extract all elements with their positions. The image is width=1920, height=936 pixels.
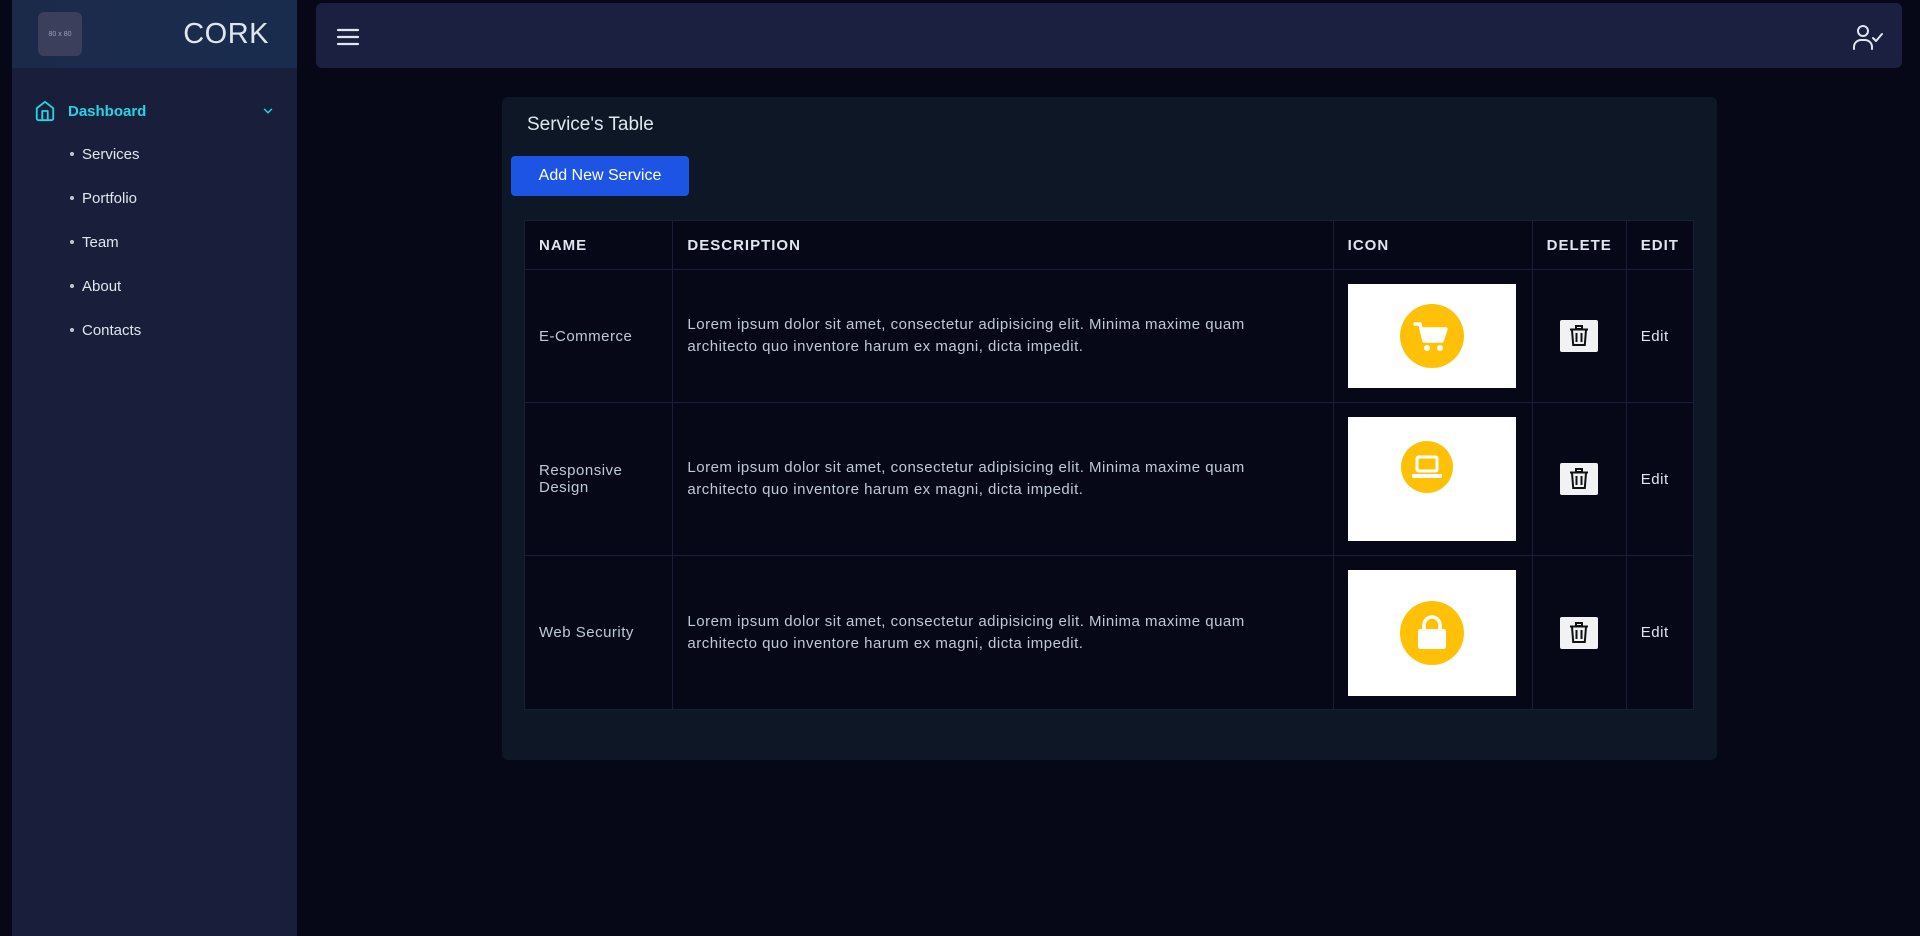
service-icon-image [1347,569,1516,696]
logo-placeholder-text: 80 x 80 [48,30,72,38]
service-name: Web Security [523,555,674,710]
brand-bar: 80 x 80 CORK [12,0,297,68]
service-icon-image [1347,284,1516,388]
sidebar-item-label: About [82,277,122,295]
edit-link[interactable]: Edit [1641,328,1669,345]
sidebar: 80 x 80 CORK Dashboard Services Portfoli… [12,0,297,936]
sidebar-item-portfolio[interactable]: Portfolio [12,176,297,220]
table-row: Web Security Lorem ipsum dolor sit amet,… [523,555,1695,710]
column-header-name: NAME [523,220,674,270]
bullet-icon [70,196,74,200]
sidebar-item-dashboard[interactable]: Dashboard [12,96,297,126]
sidebar-item-label: Team [82,233,119,251]
shopping-cart-icon [1399,304,1464,368]
home-icon [35,100,55,122]
table-header-row: NAME DESCRIPTION ICON DELETE EDIT [523,220,1695,270]
trash-icon [1570,621,1589,643]
bullet-icon [70,284,74,288]
service-icon-cell [1332,402,1533,556]
edit-link[interactable]: Edit [1641,471,1669,488]
sidebar-item-about[interactable]: About [12,264,297,308]
services-card: Service's Table Add New Service NAME DES… [502,97,1717,760]
delete-cell [1531,402,1627,556]
user-check-icon[interactable] [1852,23,1884,51]
sidebar-item-team[interactable]: Team [12,220,297,264]
service-name: Responsive Design [523,402,674,556]
edit-cell: Edit [1625,402,1695,556]
service-description: Lorem ipsum dolor sit amet, consectetur … [672,555,1334,710]
column-header-edit: EDIT [1625,220,1695,270]
service-icon-cell [1332,269,1533,403]
delete-button[interactable] [1560,616,1599,649]
bullet-icon [70,240,74,244]
laptop-icon [1400,441,1453,493]
column-header-icon: ICON [1332,220,1533,270]
service-description: Lorem ipsum dolor sit amet, consectetur … [672,269,1334,403]
dashboard-submenu: Services Portfolio Team About Contacts [12,126,297,352]
sidebar-item-label: Dashboard [68,102,147,120]
services-table: NAME DESCRIPTION ICON DELETE EDIT E-Comm… [523,220,1695,710]
edit-cell: Edit [1625,269,1695,403]
sidebar-item-contacts[interactable]: Contacts [12,308,297,352]
edit-cell: Edit [1625,555,1695,710]
table-row: Responsive Design Lorem ipsum dolor sit … [523,402,1695,556]
delete-button[interactable] [1560,463,1599,495]
add-new-service-button[interactable]: Add New Service [511,156,689,196]
delete-cell [1531,269,1627,403]
service-name: E-Commerce [523,269,674,403]
sidebar-item-services[interactable]: Services [12,132,297,176]
lock-icon [1399,600,1464,665]
sidebar-menu: Dashboard Services Portfolio Team About … [12,68,297,352]
service-description: Lorem ipsum dolor sit amet, consectetur … [672,402,1334,556]
edit-link[interactable]: Edit [1641,624,1669,641]
sidebar-item-label: Contacts [82,321,142,339]
service-icon-image [1347,417,1516,541]
sidebar-item-label: Portfolio [82,189,138,207]
bullet-icon [70,328,74,332]
delete-cell [1531,555,1627,710]
top-header [316,3,1902,68]
hamburger-menu-icon[interactable] [336,27,360,47]
page-title: Service's Table [527,114,654,135]
logo-placeholder[interactable]: 80 x 80 [38,12,82,56]
column-header-description: DESCRIPTION [672,220,1334,270]
trash-icon [1570,325,1589,346]
chevron-down-icon [263,108,273,114]
delete-button[interactable] [1560,320,1599,352]
brand-name[interactable]: CORK [183,18,269,51]
service-icon-cell [1332,555,1533,710]
table-row: E-Commerce Lorem ipsum dolor sit amet, c… [523,269,1695,403]
column-header-delete: DELETE [1531,220,1627,270]
trash-icon [1570,468,1589,489]
bullet-icon [70,152,74,156]
sidebar-item-label: Services [82,145,140,163]
